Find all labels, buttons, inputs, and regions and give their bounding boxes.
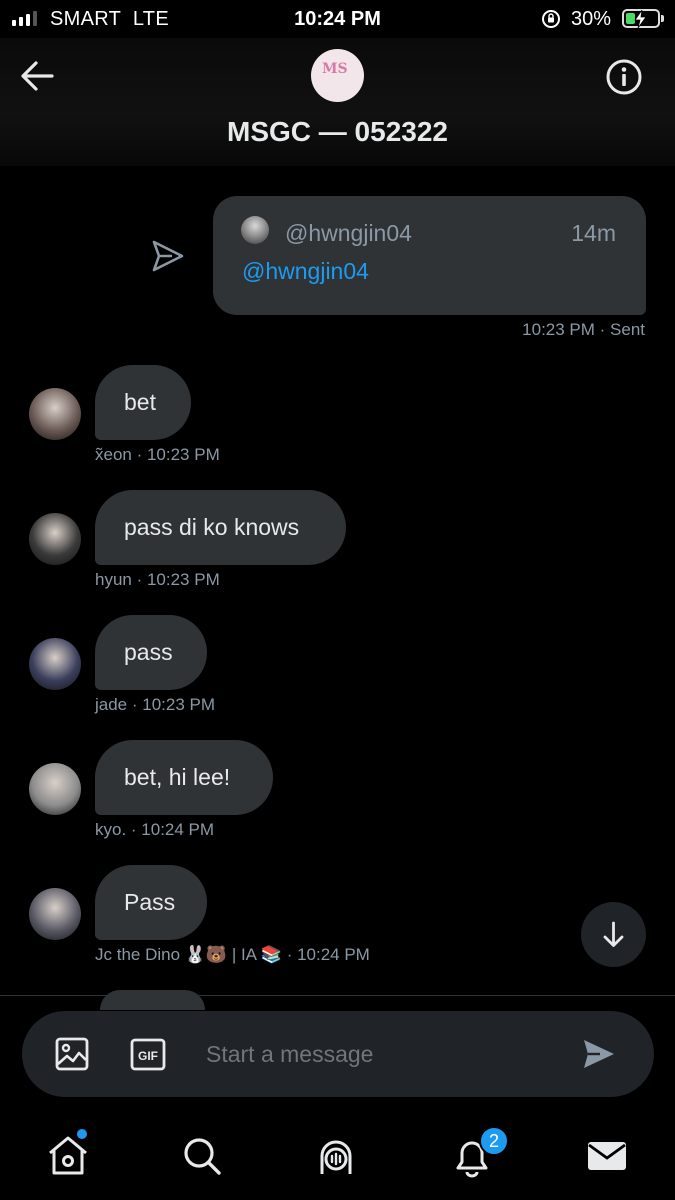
- message-meta: kyo. · 10:24 PM: [95, 820, 215, 839]
- message-bubble[interactable]: bet, hi lee!: [95, 740, 273, 815]
- charging-bolt-icon: [634, 10, 647, 28]
- message-bubble[interactable]: Pass: [95, 865, 207, 940]
- message-meta: Jc the Dino 🐰🐻 | IA 📚 · 10:24 PM: [95, 945, 370, 964]
- partial-message-bubble: [100, 990, 205, 1010]
- composer-divider: [0, 995, 675, 996]
- message-meta: jade · 10:23 PM: [95, 695, 216, 714]
- svg-text:GIF: GIF: [138, 1049, 158, 1063]
- home-new-indicator: [77, 1129, 87, 1139]
- search-icon[interactable]: [180, 1134, 224, 1178]
- status-bar: SMART LTE 10:24 PM 30%: [0, 0, 675, 38]
- arrow-down-icon: [603, 921, 624, 947]
- conversation-title[interactable]: MSGC — 052322: [0, 116, 675, 148]
- message-bubble[interactable]: bet: [95, 365, 191, 440]
- orientation-lock-icon: [542, 10, 560, 28]
- shared-tweet-handle: @hwngjin04: [285, 220, 412, 246]
- shared-tweet-card[interactable]: @hwngjin04 14m @hwngjin04: [213, 196, 646, 315]
- message-bubble[interactable]: pass: [95, 615, 207, 690]
- message-meta: x̃eon · 10:23 PM: [95, 445, 220, 464]
- notifications-count-badge: 2: [479, 1126, 509, 1156]
- image-icon[interactable]: [54, 1036, 90, 1072]
- shared-tweet-mention-link[interactable]: @hwngjin04: [242, 258, 369, 285]
- spaces-icon[interactable]: [314, 1134, 358, 1178]
- message-bubble[interactable]: pass di ko knows: [95, 490, 346, 565]
- message-meta: hyun · 10:23 PM: [95, 570, 220, 589]
- battery-icon: [622, 9, 664, 28]
- bottom-navigation: 2: [0, 1110, 675, 1200]
- message-input[interactable]: [206, 1038, 546, 1070]
- sender-avatar[interactable]: [29, 513, 81, 565]
- gif-icon[interactable]: GIF: [130, 1038, 166, 1071]
- arrow-left-icon[interactable]: [18, 58, 58, 94]
- messages-envelope-icon[interactable]: [585, 1134, 629, 1178]
- sender-avatar[interactable]: [29, 388, 81, 440]
- group-avatar[interactable]: MS: [311, 49, 364, 102]
- shared-tweet-age: 14m: [571, 220, 616, 246]
- conversation-header: MS MSGC — 052322: [0, 38, 675, 166]
- info-icon[interactable]: [605, 58, 643, 96]
- home-icon[interactable]: [46, 1134, 90, 1178]
- sender-avatar[interactable]: [29, 638, 81, 690]
- shared-tweet-avatar: [241, 216, 269, 244]
- scroll-to-bottom-button[interactable]: [581, 902, 646, 967]
- send-icon[interactable]: [582, 1038, 616, 1070]
- sent-message-meta: 10:23 PM · Sent: [522, 320, 645, 339]
- message-composer: GIF: [22, 1011, 654, 1097]
- group-avatar-mark: MS: [322, 61, 348, 77]
- share-arrow-icon[interactable]: [150, 238, 186, 274]
- battery-percent: 30%: [571, 8, 612, 30]
- sender-avatar[interactable]: [29, 888, 81, 940]
- sender-avatar[interactable]: [29, 763, 81, 815]
